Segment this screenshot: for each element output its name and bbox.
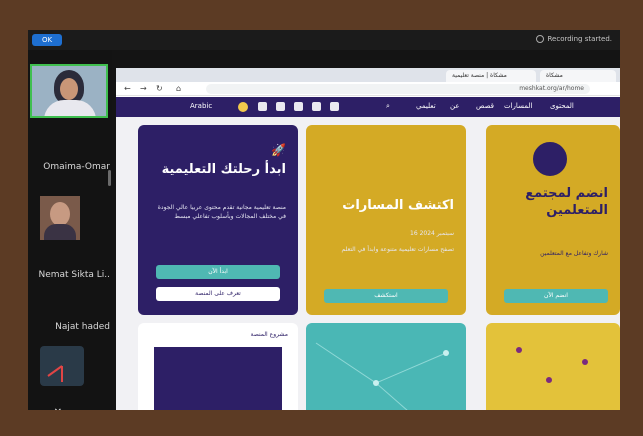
nav-item[interactable]: المحتوى xyxy=(550,102,574,110)
network-pattern-icon xyxy=(315,342,449,410)
browser-tab[interactable]: مشكاة xyxy=(540,70,616,82)
site-header: Arabic ⌕ تعليمي عن قصص المسارات المحتوى xyxy=(116,97,620,117)
about-button[interactable]: تعرف على المنصة xyxy=(156,287,280,301)
participant-avatar[interactable] xyxy=(40,346,84,386)
panel-scrollbar[interactable] xyxy=(108,170,111,186)
rocket-icon: 🚀 xyxy=(271,143,286,157)
decor-card xyxy=(486,323,620,410)
address-bar-row: ← → ↻ ⌂ meshkat.org/ar/home xyxy=(116,82,620,96)
participant-name: Omaima-Omar xyxy=(43,162,110,172)
decor-dot xyxy=(582,359,588,365)
card-title: انضم لمجتمع المتعلمين xyxy=(525,186,608,218)
join-button[interactable]: انضم الآن xyxy=(504,289,608,303)
participant-body xyxy=(44,100,96,116)
project-image xyxy=(154,347,282,410)
participant-video-active[interactable] xyxy=(30,64,108,118)
card-title: ابدأ رحلتك التعليمية xyxy=(161,162,286,177)
decor-dot xyxy=(546,377,552,383)
site-content: 🚀 ابدأ رحلتك التعليمية منصة تعليمية مجان… xyxy=(116,117,620,410)
nav-item[interactable]: عن xyxy=(450,102,460,110)
video-call-screen: OK Recording started. Omaima-Omar Nemat … xyxy=(28,30,620,410)
start-button[interactable]: ابدأ الآن xyxy=(156,265,280,279)
mail-icon[interactable] xyxy=(294,102,303,111)
participant-name: Najat haded xyxy=(55,322,110,332)
card-title: اكتشف المسارات xyxy=(342,198,454,213)
search-icon[interactable]: ⌕ xyxy=(386,102,390,111)
shared-browser-window: مشكاة | منصة تعليمية مشكاة ← → ↻ ⌂ meshk… xyxy=(116,68,620,410)
home-icon[interactable]: ⌂ xyxy=(176,84,181,93)
project-card: مشروع المنصة xyxy=(138,323,298,410)
card-label: مشروع المنصة xyxy=(250,331,288,338)
users-icon[interactable] xyxy=(276,102,285,111)
forward-icon[interactable]: → xyxy=(140,84,147,93)
chat-icon[interactable] xyxy=(312,102,321,111)
card-text: شارك وتفاعل مع المتعلمين xyxy=(540,250,608,257)
nav-item[interactable]: تعليمي xyxy=(416,102,436,110)
recording-notice: Recording started. xyxy=(536,35,612,43)
participants-panel: Omaima-Omar Nemat Sikta Li.. Najat haded… xyxy=(28,50,112,410)
participant-face xyxy=(50,202,70,226)
community-card: انضم لمجتمع المتعلمين شارك وتفاعل مع الم… xyxy=(486,125,620,315)
community-badge-icon xyxy=(530,139,570,179)
plus-icon[interactable] xyxy=(330,102,339,111)
participant-name: Nemat Sikta Li.. xyxy=(38,270,110,280)
refresh-icon[interactable]: ↻ xyxy=(156,84,163,93)
card-date: 16 سبتمبر 2024 xyxy=(410,230,454,237)
avatar-image-icon xyxy=(47,365,63,382)
card-text: تصفح مسارات تعليمية متنوعة وابدأ في التع… xyxy=(341,246,454,253)
site-logo-icon[interactable] xyxy=(238,102,248,112)
ok-button[interactable]: OK xyxy=(32,34,62,46)
bell-icon[interactable] xyxy=(258,102,267,111)
photo-frame: OK Recording started. Omaima-Omar Nemat … xyxy=(0,0,643,436)
nav-item[interactable]: المسارات xyxy=(504,102,532,110)
participant-body xyxy=(44,224,76,240)
chevron-down-icon[interactable]: ⌄ xyxy=(52,400,64,410)
decor-dot xyxy=(516,347,522,353)
participant-photo[interactable] xyxy=(40,196,80,240)
card-text: منصة تعليمية مجانية تقدم محتوى عربيا عال… xyxy=(157,204,286,220)
record-icon xyxy=(536,35,545,43)
language-switch[interactable]: Arabic xyxy=(190,102,212,110)
nav-item[interactable]: قصص xyxy=(476,102,494,110)
back-icon[interactable]: ← xyxy=(124,84,131,93)
hero-card: 🚀 ابدأ رحلتك التعليمية منصة تعليمية مجان… xyxy=(138,125,298,315)
explore-button[interactable]: استكشف xyxy=(324,289,448,303)
browser-tab[interactable]: مشكاة | منصة تعليمية xyxy=(446,70,536,82)
recording-text: Recording started. xyxy=(547,35,612,43)
participant-face xyxy=(60,78,78,100)
url-field[interactable]: meshkat.org/ar/home xyxy=(206,84,590,94)
network-card xyxy=(306,323,466,410)
browser-tabs: مشكاة | منصة تعليمية مشكاة xyxy=(116,68,620,82)
meeting-topbar: OK Recording started. xyxy=(28,30,620,50)
paths-card: اكتشف المسارات 16 سبتمبر 2024 تصفح مسارا… xyxy=(306,125,466,315)
